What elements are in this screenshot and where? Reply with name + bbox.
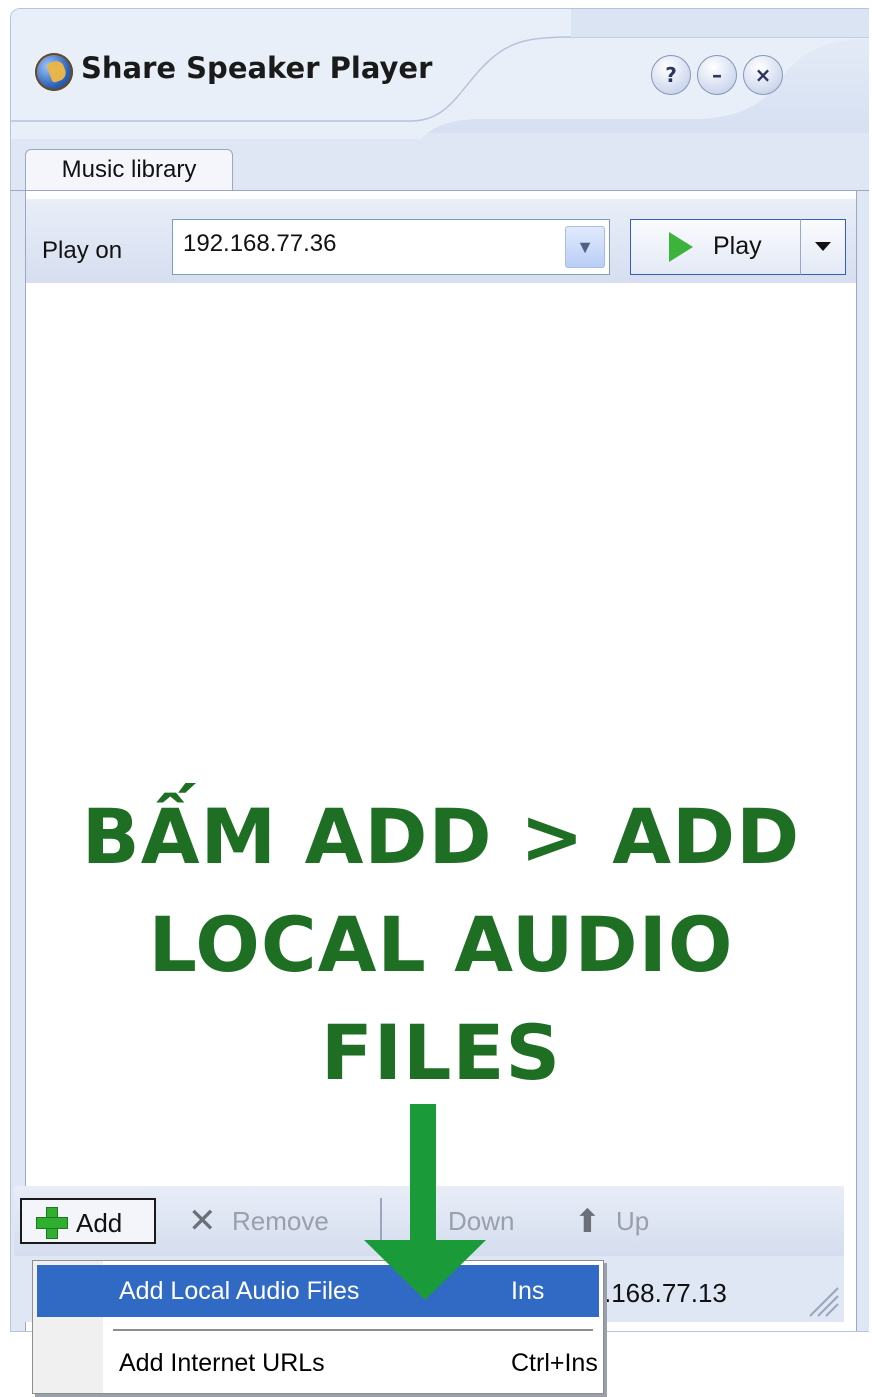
arrow-up-icon: ⬆ bbox=[574, 1203, 601, 1239]
add-dropdown-menu: Add Local Audio Files Ins Add Internet U… bbox=[32, 1260, 604, 1394]
remove-x-icon: ✕ bbox=[188, 1202, 217, 1240]
device-select[interactable]: 192.168.77.36 ▼ bbox=[172, 219, 610, 275]
menu-item-label: Add Internet URLs bbox=[119, 1349, 325, 1377]
instruction-line: LOCAL AUDIO bbox=[148, 900, 734, 989]
add-button[interactable]: Add bbox=[20, 1198, 156, 1244]
menu-item-label: Add Local Audio Files bbox=[119, 1277, 360, 1305]
up-button[interactable]: ⬆ Up bbox=[574, 1198, 684, 1244]
device-select-value: 192.168.77.36 bbox=[183, 230, 337, 257]
chevron-down-icon[interactable]: ▼ bbox=[565, 226, 605, 268]
remove-button-label: Remove bbox=[232, 1206, 329, 1236]
instruction-line: FILES bbox=[320, 1008, 562, 1097]
resize-grip-icon[interactable] bbox=[806, 1284, 840, 1318]
menu-item-shortcut: Ctrl+Ins bbox=[511, 1349, 598, 1377]
app-logo-icon bbox=[35, 53, 73, 91]
title-bar: Share Speaker Player ? – × bbox=[11, 9, 869, 139]
instruction-line: BẤM ADD > ADD bbox=[81, 792, 801, 881]
remove-button[interactable]: ✕ Remove bbox=[188, 1198, 368, 1244]
play-button-label: Play bbox=[713, 232, 762, 260]
play-options-dropdown-button[interactable] bbox=[800, 219, 846, 275]
tab-music-library[interactable]: Music library bbox=[25, 149, 233, 192]
plus-icon bbox=[36, 1207, 68, 1239]
instruction-overlay: BẤM ADD > ADD LOCAL AUDIO FILES bbox=[26, 783, 856, 1107]
menu-item-shortcut: Ins bbox=[511, 1277, 545, 1305]
help-button[interactable]: ? bbox=[651, 55, 691, 95]
play-icon bbox=[669, 232, 693, 262]
play-bar: Play on 192.168.77.36 ▼ Play bbox=[26, 199, 856, 283]
window-title: Share Speaker Player bbox=[81, 51, 433, 85]
up-button-label: Up bbox=[616, 1206, 650, 1236]
tab-bar: Music library bbox=[11, 133, 869, 192]
add-button-label: Add bbox=[76, 1208, 123, 1238]
play-on-label: Play on bbox=[42, 237, 123, 264]
menu-item-add-internet-urls[interactable]: Add Internet URLs Ctrl+Ins bbox=[37, 1337, 599, 1389]
status-text: .168.77.13 bbox=[604, 1278, 727, 1308]
play-button[interactable]: Play bbox=[630, 219, 802, 275]
minimize-button[interactable]: – bbox=[697, 55, 737, 95]
menu-separator bbox=[113, 1329, 593, 1331]
close-button[interactable]: × bbox=[743, 55, 783, 95]
menu-item-add-local-audio-files[interactable]: Add Local Audio Files Ins bbox=[37, 1265, 599, 1317]
instruction-arrow-icon bbox=[364, 1104, 486, 1300]
